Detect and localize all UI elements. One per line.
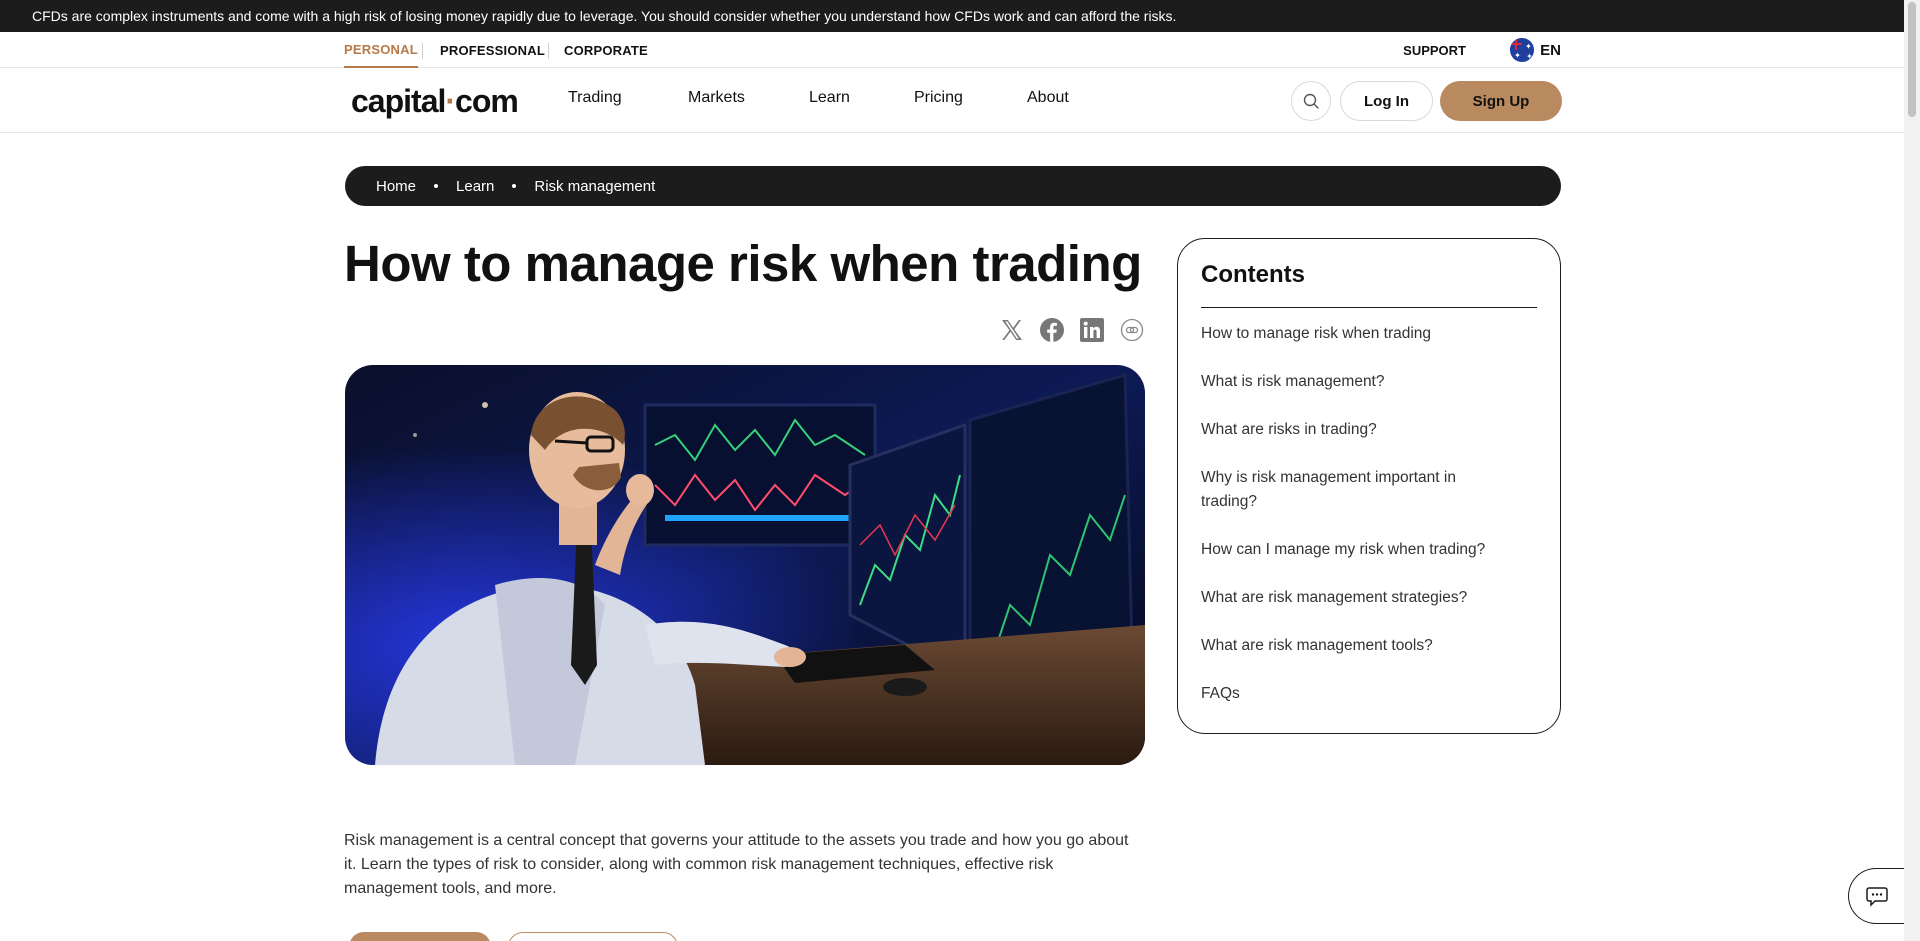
- australia-flag-icon: ✦ ✦ ✦: [1510, 38, 1535, 62]
- copy-link-button[interactable]: [1119, 317, 1145, 343]
- breadcrumb-home[interactable]: Home: [376, 178, 416, 195]
- x-icon: [1002, 320, 1022, 340]
- toc-item[interactable]: How can I manage my risk when trading?: [1201, 538, 1537, 562]
- breadcrumb: Home Learn Risk management: [345, 166, 1561, 206]
- capital-com-logo[interactable]: capital·com: [351, 83, 519, 120]
- segment-divider: [548, 43, 549, 59]
- page-title: How to manage risk when trading: [344, 235, 1142, 292]
- segment-divider: [422, 43, 423, 59]
- chat-button[interactable]: [1848, 868, 1904, 924]
- copy-link-icon: [1120, 318, 1144, 342]
- table-of-contents: Contents How to manage risk when trading…: [1177, 238, 1561, 734]
- facebook-icon: [1040, 318, 1064, 342]
- secondary-cta-button[interactable]: [508, 932, 678, 941]
- risk-warning-bar: CFDs are complex instruments and come wi…: [0, 0, 1920, 32]
- share-linkedin-button[interactable]: [1079, 317, 1105, 343]
- nav-pricing[interactable]: Pricing: [914, 89, 963, 107]
- segment-corporate[interactable]: CORPORATE: [564, 32, 648, 68]
- toc-item[interactable]: How to manage risk when trading: [1201, 322, 1537, 346]
- toc-item[interactable]: What are risks in trading?: [1201, 418, 1537, 442]
- toc-item[interactable]: What is risk management?: [1201, 370, 1537, 394]
- toc-item[interactable]: What are risk management strategies?: [1201, 586, 1537, 610]
- nav-learn[interactable]: Learn: [809, 89, 850, 107]
- main-header: capital·com Trading Markets Learn Pricin…: [0, 69, 1904, 133]
- toc-item[interactable]: What are risk management tools?: [1201, 634, 1537, 658]
- segment-personal[interactable]: PERSONAL: [344, 32, 418, 68]
- breadcrumb-current: Risk management: [534, 177, 656, 195]
- hero-image: [345, 365, 1145, 765]
- breadcrumb-learn[interactable]: Learn: [456, 178, 494, 195]
- toc-item[interactable]: Why is risk management important in trad…: [1201, 466, 1491, 514]
- toc-heading: Contents: [1201, 261, 1537, 308]
- language-label: EN: [1540, 41, 1561, 59]
- page-scrollbar[interactable]: [1904, 0, 1920, 941]
- signup-button[interactable]: Sign Up: [1440, 81, 1562, 121]
- risk-warning-text: CFDs are complex instruments and come wi…: [32, 8, 1177, 24]
- breadcrumb-separator: [434, 184, 439, 188]
- search-icon: [1303, 93, 1319, 109]
- nav-trading[interactable]: Trading: [568, 89, 622, 107]
- language-selector[interactable]: ✦ ✦ ✦ EN: [1510, 32, 1561, 68]
- primary-cta-button[interactable]: [349, 932, 491, 941]
- audience-nav: PERSONAL PROFESSIONAL CORPORATE SUPPORT …: [0, 32, 1904, 68]
- scrollbar-thumb[interactable]: [1908, 2, 1916, 117]
- toc-item[interactable]: FAQs: [1201, 682, 1537, 706]
- share-x-button[interactable]: [999, 317, 1025, 343]
- nav-markets[interactable]: Markets: [688, 89, 745, 107]
- linkedin-icon: [1080, 318, 1104, 342]
- share-facebook-button[interactable]: [1039, 317, 1065, 343]
- search-button[interactable]: [1291, 81, 1331, 121]
- segment-professional[interactable]: PROFESSIONAL: [440, 32, 545, 68]
- chat-icon: [1865, 887, 1888, 907]
- nav-about[interactable]: About: [1027, 89, 1069, 107]
- article-intro: Risk management is a central concept tha…: [344, 832, 1129, 897]
- login-button[interactable]: Log In: [1340, 81, 1433, 121]
- breadcrumb-separator: [512, 184, 517, 188]
- support-link[interactable]: SUPPORT: [1403, 32, 1466, 68]
